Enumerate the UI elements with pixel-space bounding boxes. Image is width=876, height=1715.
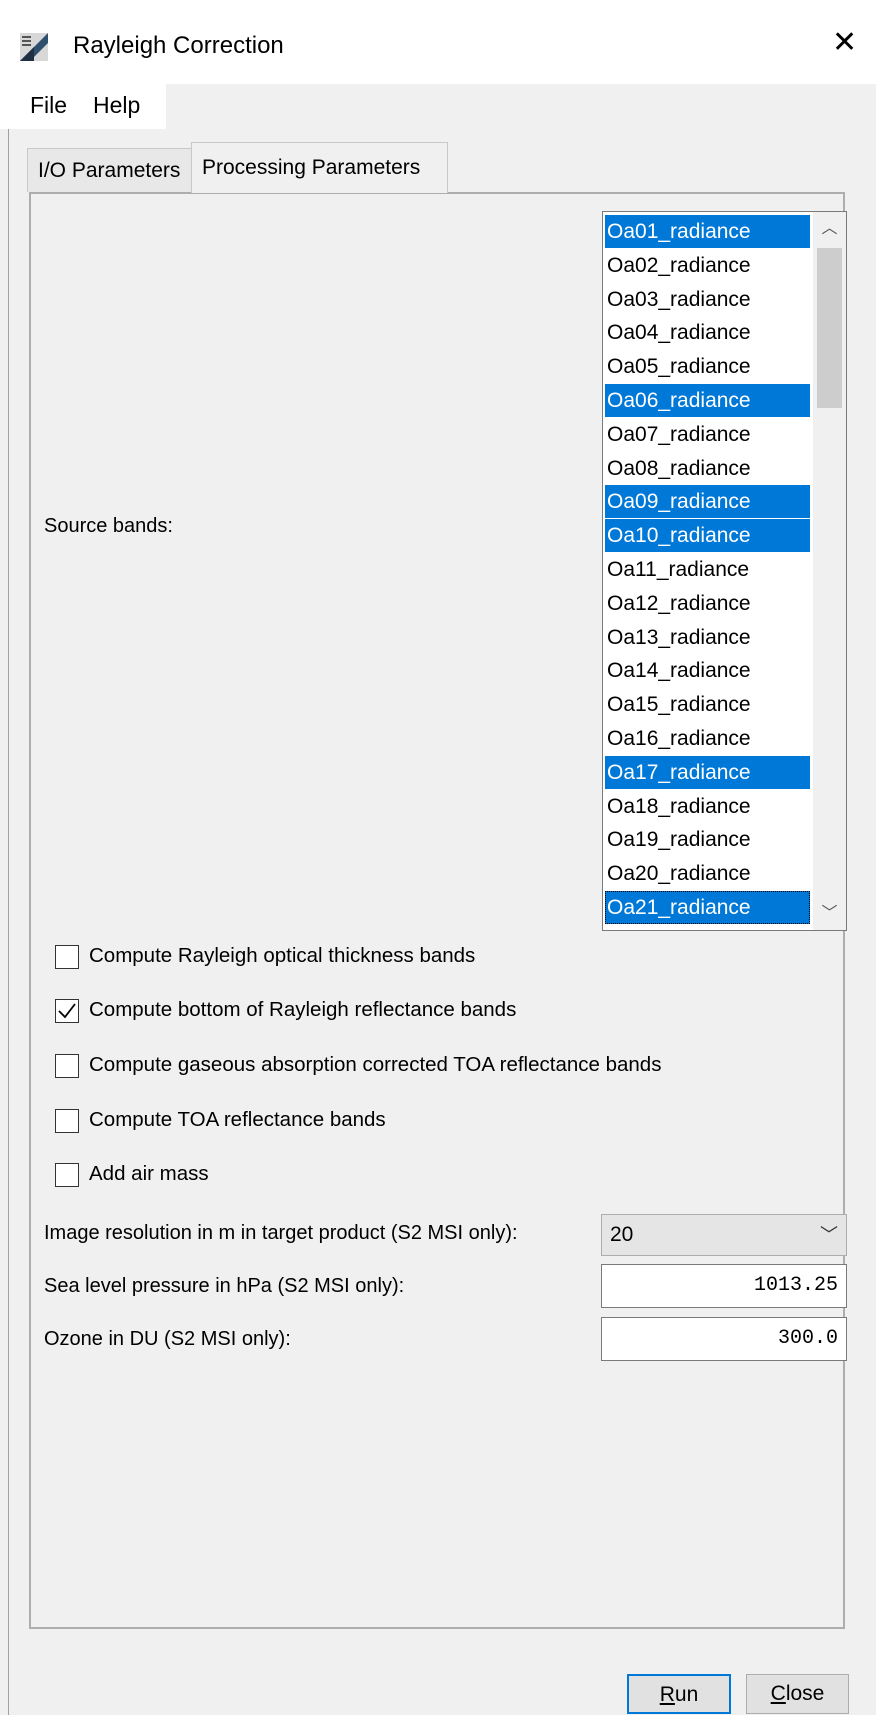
band-item[interactable]: Oa15_radiance <box>605 688 810 721</box>
band-item[interactable]: Oa03_radiance <box>605 283 810 316</box>
close-button[interactable]: Close <box>746 1674 849 1714</box>
image-resolution-select[interactable]: 20 ﹀ <box>601 1214 847 1256</box>
option-label: Add air mass <box>89 1162 209 1185</box>
checkbox[interactable] <box>55 1109 79 1133</box>
ozone-field[interactable]: 300.0 <box>601 1317 847 1361</box>
image-resolution-label: Image resolution in m in target product … <box>44 1222 518 1244</box>
scroll-up-icon[interactable]: ︿ <box>813 212 846 245</box>
scroll-thumb[interactable] <box>817 248 842 408</box>
close-mnemonic: C <box>770 1682 786 1705</box>
scroll-down-icon[interactable]: ﹀ <box>813 897 846 930</box>
band-item[interactable]: Oa16_radiance <box>605 722 810 755</box>
source-bands-list[interactable]: Oa01_radiance Oa02_radiance Oa03_radiance O… <box>602 211 847 931</box>
checkbox[interactable] <box>55 1054 79 1078</box>
band-item[interactable]: Oa12_radiance <box>605 587 810 620</box>
checkbox-checked[interactable] <box>55 999 79 1023</box>
title-bar: Rayleigh Correction ✕ <box>0 0 876 84</box>
band-item[interactable]: Oa13_radiance <box>605 621 810 654</box>
image-resolution-value: 20 <box>610 1223 634 1246</box>
option-label: Compute bottom of Rayleigh reflectance b… <box>89 998 517 1021</box>
band-item[interactable]: Oa02_radiance <box>605 249 810 282</box>
band-item[interactable]: Oa08_radiance <box>605 452 810 485</box>
band-item[interactable]: Oa09_radiance <box>605 485 810 519</box>
chevron-down-icon: ﹀ <box>820 1225 838 1245</box>
checkbox[interactable] <box>55 945 79 969</box>
list-scrollbar[interactable]: ︿ ﹀ <box>813 212 846 930</box>
snap-logo-icon <box>20 33 48 61</box>
run-mnemonic: R <box>659 1683 675 1706</box>
checkmark-icon <box>58 1003 76 1019</box>
band-item[interactable]: Oa07_radiance <box>605 418 810 451</box>
close-label-rest: lose <box>785 1682 825 1705</box>
window-left-border <box>8 84 9 1715</box>
menu-file[interactable]: File <box>30 92 67 119</box>
band-item[interactable]: Oa19_radiance <box>605 823 810 856</box>
source-bands-label: Source bands: <box>44 515 173 537</box>
sea-level-pressure-field[interactable]: 1013.25 <box>601 1264 847 1308</box>
band-item[interactable]: Oa17_radiance <box>605 755 810 789</box>
ozone-label: Ozone in DU (S2 MSI only): <box>44 1328 291 1350</box>
band-item[interactable]: Oa21_radiance <box>605 891 810 924</box>
band-item[interactable]: Oa11_radiance <box>605 553 810 586</box>
tab-processing-parameters[interactable]: Processing Parameters <box>191 142 448 193</box>
window-title: Rayleigh Correction <box>73 32 284 59</box>
band-item[interactable]: Oa20_radiance <box>605 857 810 890</box>
run-label-rest: un <box>674 1683 699 1706</box>
menu-help[interactable]: Help <box>93 92 140 119</box>
menu-area: File Help <box>0 84 166 129</box>
run-button[interactable]: Run <box>627 1674 731 1714</box>
menu-bar: File Help <box>0 84 876 129</box>
option-label: Compute TOA reflectance bands <box>89 1108 386 1131</box>
close-window-icon[interactable]: ✕ <box>832 28 857 58</box>
band-item[interactable]: Oa01_radiance <box>605 215 810 248</box>
band-item[interactable]: Oa14_radiance <box>605 654 810 687</box>
band-item[interactable]: Oa10_radiance <box>605 519 810 553</box>
sea-level-pressure-label: Sea level pressure in hPa (S2 MSI only): <box>44 1275 405 1297</box>
band-item[interactable]: Oa04_radiance <box>605 316 810 349</box>
band-item[interactable]: Oa05_radiance <box>605 350 810 383</box>
tab-io-parameters[interactable]: I/O Parameters <box>27 148 195 192</box>
option-label: Compute gaseous absorption corrected TOA… <box>89 1053 662 1076</box>
band-item[interactable]: Oa06_radiance <box>605 384 810 417</box>
option-label: Compute Rayleigh optical thickness bands <box>89 944 476 967</box>
checkbox[interactable] <box>55 1163 79 1187</box>
band-item[interactable]: Oa18_radiance <box>605 790 810 823</box>
